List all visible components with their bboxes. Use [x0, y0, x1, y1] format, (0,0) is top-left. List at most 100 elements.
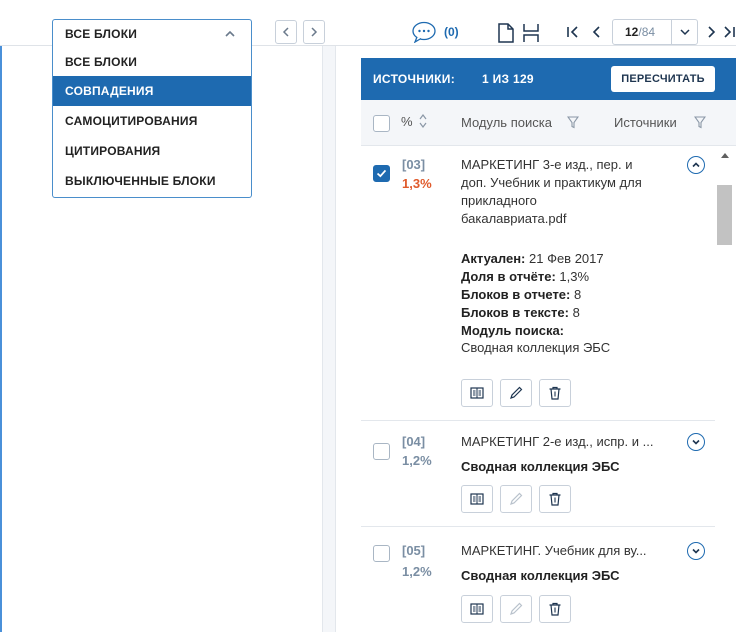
sort-icon[interactable] — [418, 112, 428, 130]
source-number: [03] — [402, 157, 426, 172]
share-value: 1,3% — [559, 269, 590, 284]
blocks-text-label: Блоков в тексте: — [461, 305, 569, 320]
edit-source-button[interactable] — [500, 379, 532, 407]
sources-title: ИСТОЧНИКИ: — [373, 72, 456, 86]
delete-source-button[interactable] — [539, 379, 571, 407]
source-percent: 1,2% — [402, 564, 432, 579]
source-title-line: прикладного — [461, 193, 537, 208]
source-percent: 1,3% — [402, 176, 432, 191]
dropdown-option-all[interactable]: ВСЕ БЛОКИ — [53, 48, 251, 76]
blocks-filter-dropdown: ВСЕ БЛОКИ СОВПАДЕНИЯ САМОЦИТИРОВАНИЯ ЦИТ… — [52, 46, 252, 198]
actual-value: 21 Фев 2017 — [529, 251, 604, 266]
actual-date: Актуален: 21 Фев 2017 — [461, 250, 604, 267]
expand-toggle[interactable] — [687, 433, 705, 451]
module-value: Сводная коллекция ЭБС — [461, 340, 611, 355]
source-number: [04] — [402, 434, 426, 449]
pencil-icon — [510, 386, 523, 399]
source-title-line: МАРКЕТИНГ 3-е изд., пер. и — [461, 157, 633, 172]
blocks-in-text: Блоков в тексте: 8 — [461, 304, 580, 321]
dropdown-option-citations[interactable]: ЦИТИРОВАНИЯ — [53, 136, 251, 166]
trash-icon — [549, 492, 561, 506]
first-page-icon[interactable] — [566, 25, 580, 39]
next-page-icon[interactable] — [706, 25, 716, 39]
source-row[interactable]: [05] 1,2% МАРКЕТИНГ. Учебник для ву... С… — [361, 527, 715, 632]
source-title: МАРКЕТИНГ. Учебник для ву... — [461, 543, 647, 558]
filter-icon[interactable] — [694, 116, 706, 129]
open-source-button[interactable] — [461, 379, 493, 407]
pencil-icon — [510, 492, 523, 505]
recalculate-button[interactable]: ПЕРЕСЧИТАТЬ — [611, 66, 715, 92]
split-view-icon[interactable] — [521, 22, 541, 44]
trash-icon — [549, 602, 561, 616]
dropdown-option-disabled-blocks[interactable]: ВЫКЛЮЧЕННЫЕ БЛОКИ — [53, 166, 251, 196]
module-column[interactable]: Модуль поиска — [461, 115, 552, 130]
edit-source-button[interactable] — [500, 485, 532, 513]
open-source-button[interactable] — [461, 595, 493, 623]
share-label: Доля в отчёте: — [461, 269, 556, 284]
source-title-line: бакалавриата.pdf — [461, 211, 567, 226]
chevron-right-icon — [311, 27, 318, 37]
comment-bubble-icon — [412, 21, 436, 43]
source-title-line: доп. Учебник и практикум для — [461, 175, 642, 190]
chevron-left-icon — [282, 27, 289, 37]
sources-column-header: % Модуль поиска Источники — [361, 100, 736, 146]
last-page-icon[interactable] — [722, 25, 736, 39]
blocks-text-value: 8 — [572, 305, 580, 320]
dropdown-option-self-citations[interactable]: САМОЦИТИРОВАНИЯ — [53, 106, 251, 136]
chevron-down-icon — [692, 439, 700, 445]
blocks-filter-select[interactable]: ВСЕ БЛОКИ — [52, 19, 252, 47]
page-selector-divider — [671, 20, 672, 44]
scroll-up-icon[interactable] — [720, 151, 730, 159]
delete-source-button[interactable] — [539, 485, 571, 513]
chevron-down-icon — [692, 548, 700, 554]
source-row[interactable]: [03] 1,3% МАРКЕТИНГ 3-е изд., пер. и доп… — [361, 146, 715, 421]
open-source-button[interactable] — [461, 485, 493, 513]
book-icon — [470, 603, 484, 615]
source-actions — [461, 595, 571, 623]
blocks-in-report: Блоков в отчете: 8 — [461, 286, 581, 303]
page-selector[interactable]: 12/84 — [612, 19, 698, 45]
module-label-text: Модуль поиска: — [461, 323, 565, 338]
app-left-border — [0, 0, 2, 632]
source-checkbox[interactable] — [373, 443, 390, 460]
module-label: Модуль поиска: — [461, 322, 564, 339]
prev-block-button[interactable] — [275, 20, 297, 44]
page-view-icon[interactable] — [496, 22, 516, 44]
source-actions — [461, 485, 571, 513]
chevron-up-icon — [225, 30, 235, 37]
blocks-report-label: Блоков в отчете: — [461, 287, 571, 302]
scrollbar-thumb[interactable] — [717, 185, 732, 245]
blocks-filter-value: ВСЕ БЛОКИ — [65, 26, 138, 41]
source-checkbox[interactable] — [373, 545, 390, 562]
current-page: 12 — [625, 25, 639, 39]
prev-page-icon[interactable] — [592, 25, 602, 39]
expand-toggle[interactable] — [687, 542, 705, 560]
book-icon — [470, 493, 484, 505]
select-all-checkbox[interactable] — [373, 115, 390, 132]
comments-count: (0) — [444, 25, 459, 39]
edit-source-button[interactable] — [500, 595, 532, 623]
chevron-up-icon — [692, 162, 700, 168]
total-pages: /84 — [638, 25, 656, 39]
sources-header: ИСТОЧНИКИ: 1 ИЗ 129 ПЕРЕСЧИТАТЬ — [361, 58, 736, 100]
source-actions — [461, 379, 571, 407]
source-module: Сводная коллекция ЭБС — [461, 459, 620, 474]
panel-divider[interactable] — [322, 46, 336, 632]
filter-icon[interactable] — [567, 116, 579, 129]
collapse-toggle[interactable] — [687, 156, 705, 174]
source-row[interactable]: [04] 1,2% МАРКЕТИНГ 2-е изд., испр. и ..… — [361, 421, 715, 527]
trash-icon — [549, 386, 561, 400]
source-number: [05] — [402, 543, 426, 558]
delete-source-button[interactable] — [539, 595, 571, 623]
report-share: Доля в отчёте: 1,3% — [461, 268, 589, 285]
sources-column[interactable]: Источники — [614, 115, 677, 130]
blocks-report-value: 8 — [574, 287, 582, 302]
dropdown-option-matches[interactable]: СОВПАДЕНИЯ — [53, 76, 251, 106]
next-block-button[interactable] — [303, 20, 325, 44]
comments-button[interactable]: (0) — [411, 20, 459, 44]
percent-column[interactable]: % — [401, 114, 413, 129]
source-checkbox[interactable] — [373, 165, 390, 182]
pencil-icon — [510, 602, 523, 615]
source-title: МАРКЕТИНГ 2-е изд., испр. и ... — [461, 434, 654, 449]
checkmark-icon — [376, 169, 387, 178]
